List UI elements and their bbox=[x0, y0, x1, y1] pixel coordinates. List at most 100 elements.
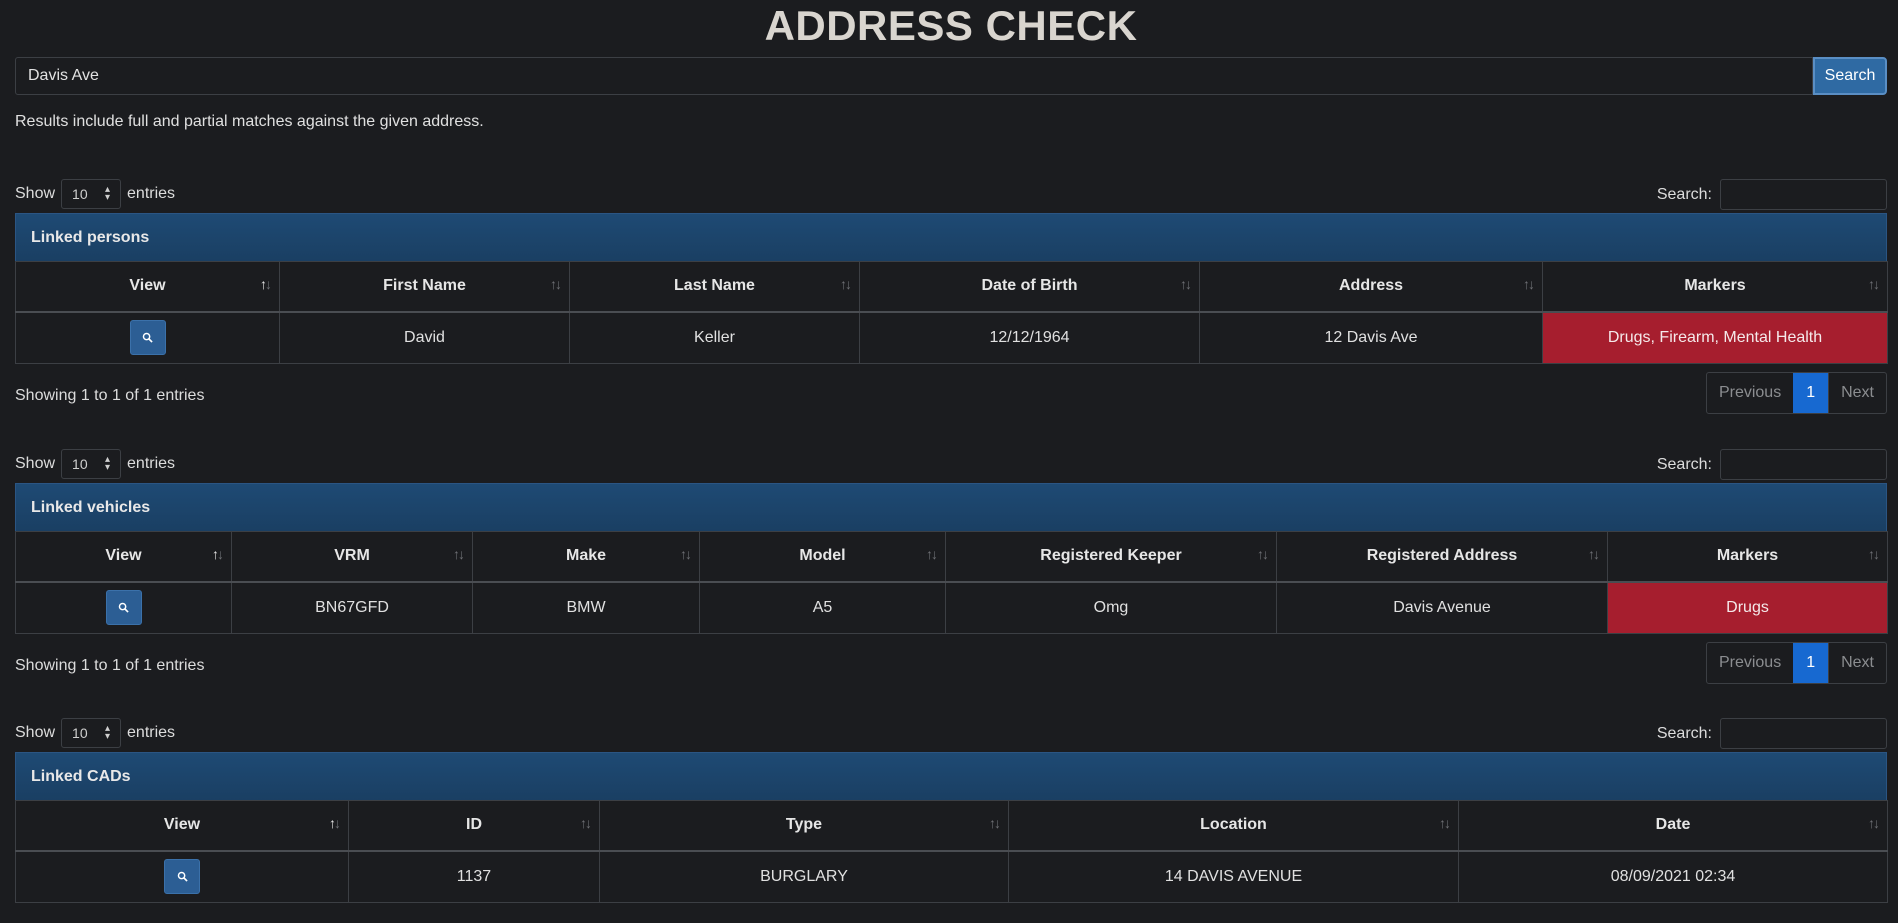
linked-cads-section: Show 10 ▴ ▾ entries Search: Linked CADs V… bbox=[15, 712, 1888, 903]
search-icon bbox=[177, 871, 188, 882]
next-button[interactable]: Next bbox=[1828, 373, 1886, 413]
table-row: David Keller 12/12/1964 12 Davis Ave Dru… bbox=[15, 311, 1888, 364]
vehicles-filter: Search: bbox=[1657, 449, 1887, 480]
search-icon bbox=[142, 332, 153, 343]
vehicles-length-control: Show 10 ▴ ▾ entries bbox=[15, 449, 175, 479]
cell-date: 08/09/2021 02:34 bbox=[1458, 850, 1888, 903]
page-1-button[interactable]: 1 bbox=[1793, 643, 1829, 683]
column-header-registered-address[interactable]: Registered Address ↑↓ bbox=[1276, 531, 1608, 583]
previous-button[interactable]: Previous bbox=[1707, 373, 1793, 413]
column-header-markers[interactable]: Markers ↑↓ bbox=[1542, 261, 1888, 313]
cads-table: View ↑↓ ID ↑↓ Type ↑↓ Location ↑↓ Date ↑↓ 113… bbox=[15, 800, 1888, 903]
search-label: Search: bbox=[1656, 185, 1712, 203]
vehicles-pagination: Previous 1 Next bbox=[1705, 642, 1887, 684]
column-header-location[interactable]: Location ↑↓ bbox=[1008, 800, 1459, 852]
table-row: BN67GFD BMW A5 Omg Davis Avenue Drugs bbox=[15, 581, 1888, 634]
sort-arrows-icon: ↑↓ bbox=[580, 815, 592, 831]
column-header-markers[interactable]: Markers ↑↓ bbox=[1607, 531, 1888, 583]
next-button[interactable]: Next bbox=[1828, 643, 1886, 683]
column-header-address[interactable]: Address ↑↓ bbox=[1199, 261, 1543, 313]
cads-filter: Search: bbox=[1657, 718, 1887, 749]
column-header-type[interactable]: Type ↑↓ bbox=[599, 800, 1009, 852]
persons-info: Showing 1 to 1 of 1 entries bbox=[15, 387, 205, 404]
persons-table: View ↑↓ First Name ↑↓ Last Name ↑↓ Date of … bbox=[15, 261, 1888, 364]
cell-registered-address: Davis Avenue bbox=[1276, 581, 1608, 634]
search-label: Search: bbox=[1656, 455, 1712, 473]
sort-arrows-icon: ↑↓ bbox=[680, 546, 692, 562]
entries-select-value: 10 bbox=[72, 456, 88, 472]
cell-id: 1137 bbox=[348, 850, 600, 903]
entries-label: entries bbox=[127, 724, 176, 741]
show-label: Show bbox=[15, 724, 56, 741]
sort-arrows-icon: ↑↓ bbox=[212, 546, 224, 562]
cell-vrm: BN67GFD bbox=[231, 581, 473, 634]
sort-arrows-icon: ↑↓ bbox=[1868, 815, 1880, 831]
cell-markers: Drugs, Firearm, Mental Health bbox=[1542, 311, 1888, 364]
cell-type: BURGLARY bbox=[599, 850, 1009, 903]
column-header-view[interactable]: View ↑↓ bbox=[15, 800, 349, 852]
entries-select-value: 10 bbox=[72, 186, 88, 202]
cads-entries-select[interactable]: 10 ▴ ▾ bbox=[61, 718, 122, 748]
sort-arrows-icon: ↑↓ bbox=[1257, 546, 1269, 562]
column-header-date[interactable]: Date ↑↓ bbox=[1458, 800, 1888, 852]
show-label: Show bbox=[15, 185, 56, 202]
cell-make: BMW bbox=[472, 581, 700, 634]
address-search-input[interactable] bbox=[15, 57, 1813, 95]
page-title: ADDRESS CHECK bbox=[764, 2, 1138, 49]
table-row: 1137 BURGLARY 14 DAVIS AVENUE 08/09/2021… bbox=[15, 850, 1888, 903]
entries-label: entries bbox=[127, 185, 176, 202]
cads-length-control: Show 10 ▴ ▾ entries bbox=[15, 718, 175, 748]
previous-button[interactable]: Previous bbox=[1707, 643, 1793, 683]
column-header-registered-keeper[interactable]: Registered Keeper ↑↓ bbox=[945, 531, 1277, 583]
vehicles-search-input[interactable] bbox=[1720, 449, 1887, 480]
column-header-make[interactable]: Make ↑↓ bbox=[472, 531, 700, 583]
linked-persons-section: Show 10 ▴ ▾ entries Search: Linked person… bbox=[15, 173, 1888, 420]
select-arrows-icon: ▴ ▾ bbox=[105, 184, 111, 203]
results-note: Results include full and partial matches… bbox=[15, 113, 484, 130]
view-cad-button[interactable] bbox=[164, 859, 200, 895]
persons-filter: Search: bbox=[1657, 179, 1887, 210]
persons-pagination: Previous 1 Next bbox=[1705, 372, 1887, 414]
column-header-model[interactable]: Model ↑↓ bbox=[699, 531, 946, 583]
vehicles-info: Showing 1 to 1 of 1 entries bbox=[15, 657, 205, 674]
cell-location: 14 DAVIS AVENUE bbox=[1008, 850, 1459, 903]
cads-search-input[interactable] bbox=[1720, 718, 1887, 749]
cell-last-name: Keller bbox=[569, 311, 860, 364]
sort-arrows-icon: ↑↓ bbox=[989, 815, 1001, 831]
cell-date-of-birth: 12/12/1964 bbox=[859, 311, 1200, 364]
select-arrows-icon: ▴ ▾ bbox=[105, 723, 111, 742]
address-search-bar: Search bbox=[15, 57, 1887, 95]
persons-search-input[interactable] bbox=[1720, 179, 1887, 210]
select-arrows-icon: ▴ ▾ bbox=[105, 454, 111, 473]
persons-entries-select[interactable]: 10 ▴ ▾ bbox=[61, 179, 122, 209]
column-header-last-name[interactable]: Last Name ↑↓ bbox=[569, 261, 860, 313]
address-check-page: ADDRESS CHECK Search Results include ful… bbox=[0, 0, 1898, 923]
column-header-date-of-birth[interactable]: Date of Birth ↑↓ bbox=[859, 261, 1200, 313]
sort-arrows-icon: ↑↓ bbox=[840, 276, 852, 292]
page-1-button[interactable]: 1 bbox=[1793, 373, 1829, 413]
column-header-view[interactable]: View ↑↓ bbox=[15, 261, 280, 313]
view-vehicle-button[interactable] bbox=[105, 590, 142, 626]
sort-arrows-icon: ↑↓ bbox=[1180, 276, 1192, 292]
view-person-button[interactable] bbox=[129, 320, 166, 356]
cell-markers: Drugs bbox=[1607, 581, 1888, 634]
persons-length-control: Show 10 ▴ ▾ entries bbox=[15, 179, 175, 209]
linked-vehicles-section: Show 10 ▴ ▾ entries Search: Linked vehicl… bbox=[15, 443, 1888, 690]
sort-arrows-icon: ↑↓ bbox=[1868, 546, 1880, 562]
search-button[interactable]: Search bbox=[1813, 57, 1887, 95]
search-label: Search: bbox=[1656, 724, 1712, 742]
vehicles-table: View ↑↓ VRM ↑↓ Make ↑↓ Model ↑↓ Registered K… bbox=[15, 531, 1888, 634]
cell-first-name: David bbox=[279, 311, 570, 364]
sort-arrows-icon: ↑↓ bbox=[260, 276, 272, 292]
column-header-first-name[interactable]: First Name ↑↓ bbox=[279, 261, 570, 313]
sort-arrows-icon: ↑↓ bbox=[1588, 546, 1600, 562]
column-header-id[interactable]: ID ↑↓ bbox=[348, 800, 600, 852]
column-header-view[interactable]: View ↑↓ bbox=[15, 531, 232, 583]
entries-label: entries bbox=[127, 455, 176, 472]
cell-registered-keeper: Omg bbox=[945, 581, 1277, 634]
vehicles-caption: Linked vehicles bbox=[15, 483, 1887, 531]
vehicles-entries-select[interactable]: 10 ▴ ▾ bbox=[61, 449, 122, 479]
entries-select-value: 10 bbox=[72, 725, 88, 741]
persons-caption: Linked persons bbox=[15, 213, 1887, 261]
column-header-vrm[interactable]: VRM ↑↓ bbox=[231, 531, 473, 583]
